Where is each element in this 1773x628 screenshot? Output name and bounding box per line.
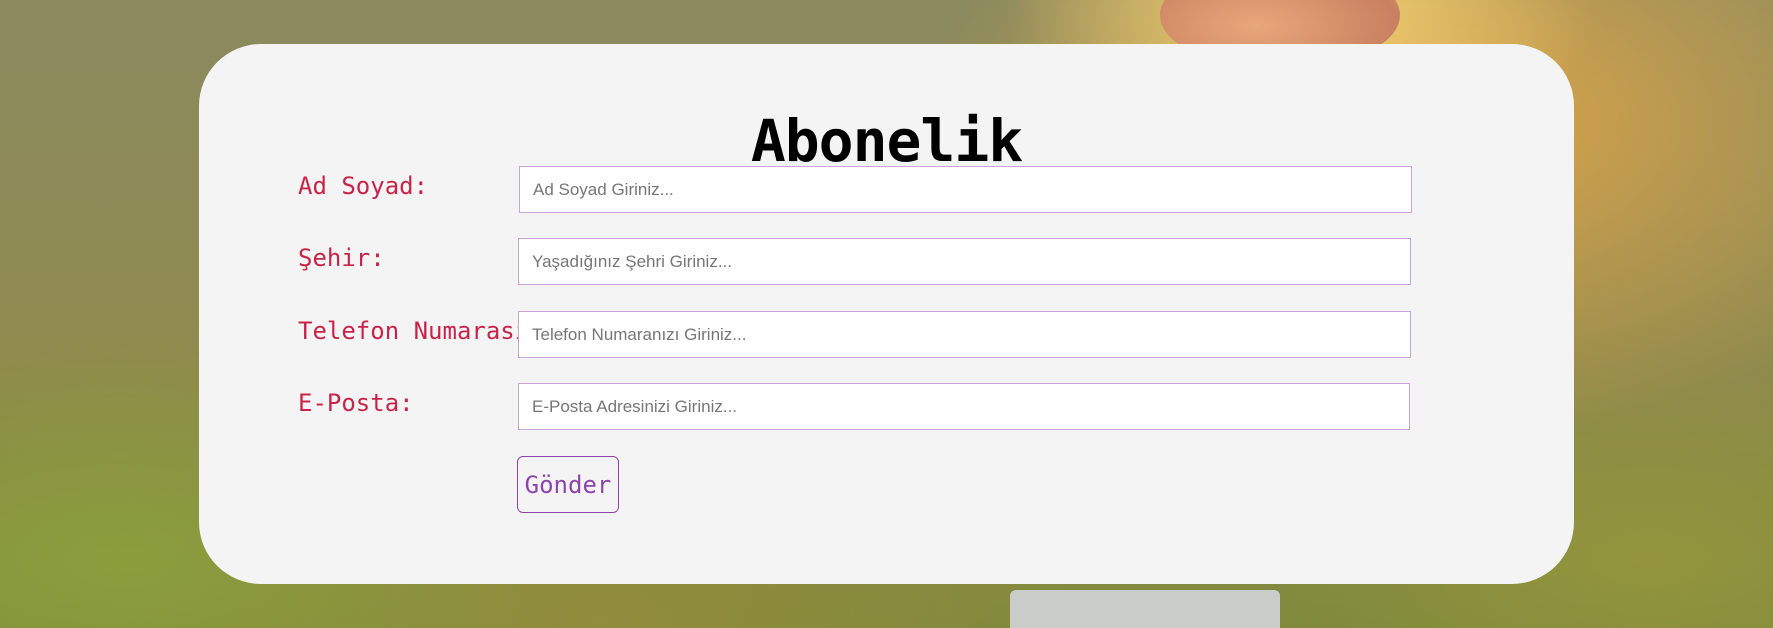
form-title: Abonelik (750, 107, 1023, 175)
email-input[interactable] (518, 383, 1410, 430)
subscription-form-card: Abonelik Ad Soyad: Şehir: Telefon Numara… (199, 44, 1574, 584)
city-input[interactable] (518, 238, 1411, 285)
submit-button[interactable]: Gönder (517, 456, 619, 513)
name-input[interactable] (519, 166, 1412, 213)
email-label: E-Posta: (298, 389, 414, 417)
city-label: Şehir: (298, 244, 385, 272)
phone-input[interactable] (518, 311, 1411, 358)
name-label: Ad Soyad: (298, 172, 429, 200)
phone-label: Telefon Numarası: (298, 317, 544, 345)
background-photo-shirt (1010, 590, 1280, 628)
